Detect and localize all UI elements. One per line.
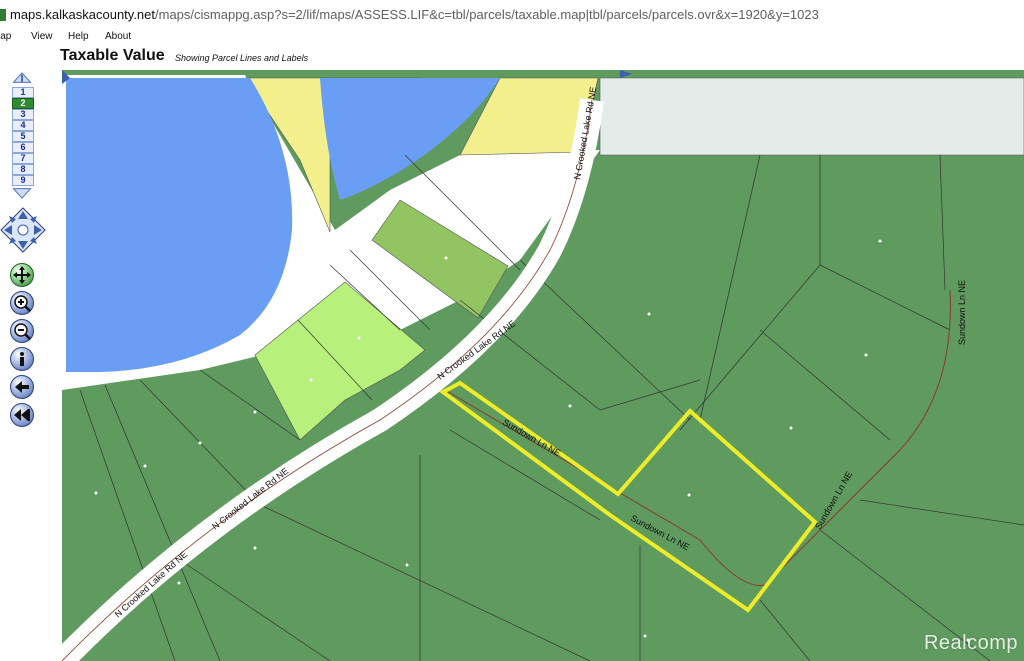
menu-about[interactable]: About (105, 31, 131, 42)
zoom-level-6[interactable]: 6 (12, 142, 34, 153)
map-toolbar: 1 2 3 4 5 6 7 8 9 (0, 70, 62, 661)
page-title: Taxable Value (60, 47, 165, 64)
watermark-realcomp: Realcomp (923, 632, 1018, 654)
url-text[interactable]: maps.kalkaskacounty.net/maps/cismappg.as… (10, 7, 819, 22)
back-icon[interactable] (10, 375, 34, 399)
menu-view[interactable]: View (31, 31, 53, 42)
pan-tool-icon[interactable] (10, 263, 34, 287)
zoom-level-8[interactable]: 8 (12, 164, 34, 175)
zoom-up-arrow-icon[interactable] (10, 72, 34, 84)
menu-bar: lap View Help About (0, 30, 1024, 44)
page-subtitle: Showing Parcel Lines and Labels (175, 53, 309, 63)
site-icon (0, 9, 6, 21)
road-label: Sundown Ln NE (957, 280, 967, 345)
outside-area (599, 77, 1024, 156)
pan-compass-icon[interactable] (0, 207, 46, 253)
map-view[interactable]: N Crooked Lake Rd NE N Crooked Lake Rd N… (62, 70, 1024, 661)
zoom-level-7[interactable]: 7 (12, 153, 34, 164)
zoom-out-icon[interactable] (10, 319, 34, 343)
zoom-down-arrow-icon[interactable] (10, 187, 34, 199)
zoom-level-1[interactable]: 1 (12, 87, 34, 98)
zoom-level-4[interactable]: 4 (12, 120, 34, 131)
menu-help[interactable]: Help (68, 31, 89, 42)
rewind-icon[interactable] (10, 403, 34, 427)
map-header: Taxable Value Showing Parcel Lines and L… (0, 44, 1024, 70)
url-path: /maps/cismappg.asp?s=2/lif/maps/ASSESS.L… (155, 7, 819, 22)
zoom-level-2[interactable]: 2 (12, 98, 34, 109)
zoom-level-5[interactable]: 5 (12, 131, 34, 142)
info-icon[interactable] (10, 347, 34, 371)
url-host: maps.kalkaskacounty.net (10, 7, 155, 22)
address-bar[interactable]: maps.kalkaskacounty.net/maps/cismappg.as… (0, 0, 1024, 31)
zoom-level-9[interactable]: 9 (12, 175, 34, 186)
parcel-map[interactable]: N Crooked Lake Rd NE N Crooked Lake Rd N… (62, 70, 1024, 661)
zoom-in-icon[interactable] (10, 291, 34, 315)
zoom-level-3[interactable]: 3 (12, 109, 34, 120)
menu-map[interactable]: lap (0, 31, 11, 42)
